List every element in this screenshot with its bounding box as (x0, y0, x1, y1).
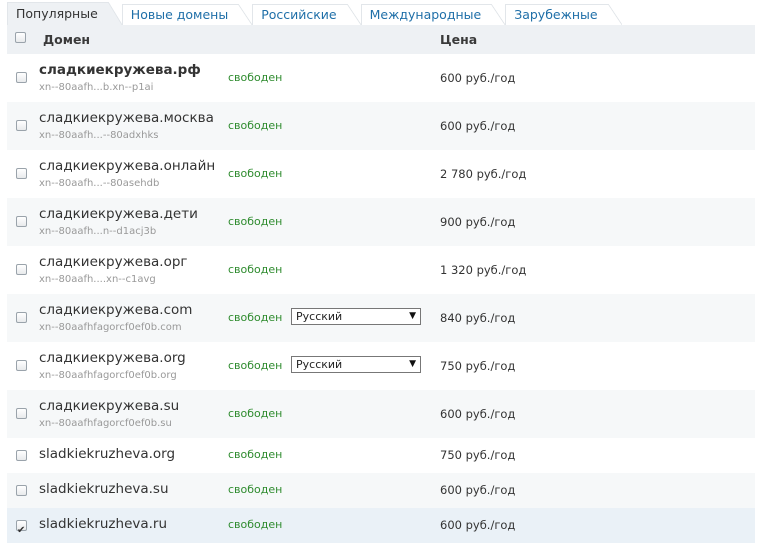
table-row: sladkiekruzheva.org свободен 750 руб./го… (7, 438, 755, 473)
domain-price: 600 руб./год (440, 71, 516, 85)
domain-price: 1 320 руб./год (440, 263, 527, 277)
table-row: сладкиекружева.москва xn--80aafh...--80a… (7, 102, 755, 150)
table-row: sladkiekruzheva.ru свободен 600 руб./год (7, 508, 755, 543)
domain-name: сладкиекружева.com (39, 302, 193, 318)
status-badge: свободен (228, 215, 283, 228)
column-header-domain: Домен (43, 32, 91, 47)
table-row: сладкиекружева.онлайн xn--80aafh...--80a… (7, 150, 755, 198)
domain-name: сладкиекружева.рф (39, 62, 201, 78)
domain-name: сладкиекружева.орг (39, 254, 188, 270)
column-header-price: Цена (440, 32, 478, 47)
row-checkbox[interactable] (16, 168, 27, 179)
domain-price: 600 руб./год (440, 518, 516, 532)
row-checkbox[interactable] (16, 216, 27, 227)
domain-punycode: xn--80aafhfagorcf0ef0b.org (39, 370, 177, 381)
row-checkbox[interactable] (16, 312, 27, 323)
status-badge: свободен (228, 71, 283, 84)
row-checkbox[interactable] (16, 120, 27, 131)
domain-list: сладкиекружева.рф xn--80aafh...b.xn--p1a… (7, 54, 755, 543)
table-row: сладкиекружева.com xn--80aafhfagorcf0ef0… (7, 294, 755, 342)
chevron-down-icon: ▼ (409, 311, 416, 321)
domain-punycode: xn--80aafhfagorcf0ef0b.su (39, 418, 172, 429)
domain-punycode: xn--80aafh...b.xn--p1ai (39, 82, 154, 93)
status-badge: свободен (228, 119, 283, 132)
domain-name: сладкиекружева.москва (39, 110, 214, 126)
row-checkbox[interactable] (16, 360, 27, 371)
domain-name: sladkiekruzheva.org (39, 446, 176, 462)
language-select[interactable]: Русский ▼ (291, 356, 421, 373)
row-checkbox[interactable] (16, 72, 27, 83)
domain-punycode: xn--80aafh...n--d1acj3b (39, 226, 157, 237)
status-badge: свободен (228, 167, 283, 180)
domain-name: сладкиекружева.онлайн (39, 158, 216, 174)
table-row: сладкиекружева.рф xn--80aafh...b.xn--p1a… (7, 54, 755, 102)
row-checkbox[interactable] (16, 450, 27, 461)
domain-punycode: xn--80aafh...--80asehdb (39, 178, 160, 189)
domain-search-results: Популярные Новые домены Российские Между… (0, 0, 759, 546)
domain-price: 840 руб./год (440, 311, 516, 325)
table-row: сладкиекружева.орг xn--80aafh....xn--c1a… (7, 246, 755, 294)
domain-punycode: xn--80aafh....xn--c1avg (39, 274, 156, 285)
status-badge: свободен (228, 518, 283, 531)
domain-name: sladkiekruzheva.su (39, 481, 169, 497)
domain-name: сладкиекружева.дети (39, 206, 198, 222)
table-row: сладкиекружева.дети xn--80aafh...n--d1ac… (7, 198, 755, 246)
language-select-value: Русский (296, 358, 343, 371)
row-checkbox[interactable] (16, 408, 27, 419)
language-select[interactable]: Русский ▼ (291, 308, 421, 325)
domain-price: 600 руб./год (440, 483, 516, 497)
status-badge: свободен (228, 359, 283, 372)
status-badge: свободен (228, 263, 283, 276)
chevron-down-icon: ▼ (409, 359, 416, 369)
table-row: sladkiekruzheva.su свободен 600 руб./год (7, 473, 755, 508)
domain-punycode: xn--80aafh...--80adxhks (39, 130, 159, 141)
row-checkbox[interactable] (16, 264, 27, 275)
tab-international[interactable]: Международные (360, 4, 505, 25)
tab-new-domains[interactable]: Новые домены (121, 4, 253, 25)
domain-price: 600 руб./год (440, 119, 516, 133)
status-badge: свободен (228, 407, 283, 420)
domain-name: сладкиекружева.su (39, 398, 180, 414)
select-all-checkbox[interactable] (15, 32, 26, 43)
row-checkbox[interactable] (16, 485, 27, 496)
domain-punycode: xn--80aafhfagorcf0ef0b.com (39, 322, 182, 333)
row-checkbox-checked[interactable] (16, 520, 27, 531)
table-row: сладкиекружева.org xn--80aafhfagorcf0ef0… (7, 342, 755, 390)
status-badge: свободен (228, 448, 283, 461)
tab-popular[interactable]: Популярные (7, 2, 122, 25)
domain-price: 750 руб./год (440, 448, 516, 462)
domain-price: 2 780 руб./год (440, 167, 527, 181)
tab-foreign[interactable]: Зарубежные (505, 4, 623, 25)
table-row: сладкиекружева.su xn--80aafhfagorcf0ef0b… (7, 390, 755, 438)
domain-price: 900 руб./год (440, 215, 516, 229)
status-badge: свободен (228, 311, 283, 324)
domain-name: sladkiekruzheva.ru (39, 516, 168, 532)
domain-price: 600 руб./год (440, 407, 516, 421)
language-select-value: Русский (296, 310, 343, 323)
zone-tabs: Популярные Новые домены Российские Между… (7, 2, 623, 25)
status-badge: свободен (228, 483, 283, 496)
domain-price: 750 руб./год (440, 359, 516, 373)
table-header: Домен Цена (7, 25, 755, 54)
domain-name: сладкиекружева.org (39, 350, 186, 366)
tab-russian[interactable]: Российские (252, 4, 362, 25)
